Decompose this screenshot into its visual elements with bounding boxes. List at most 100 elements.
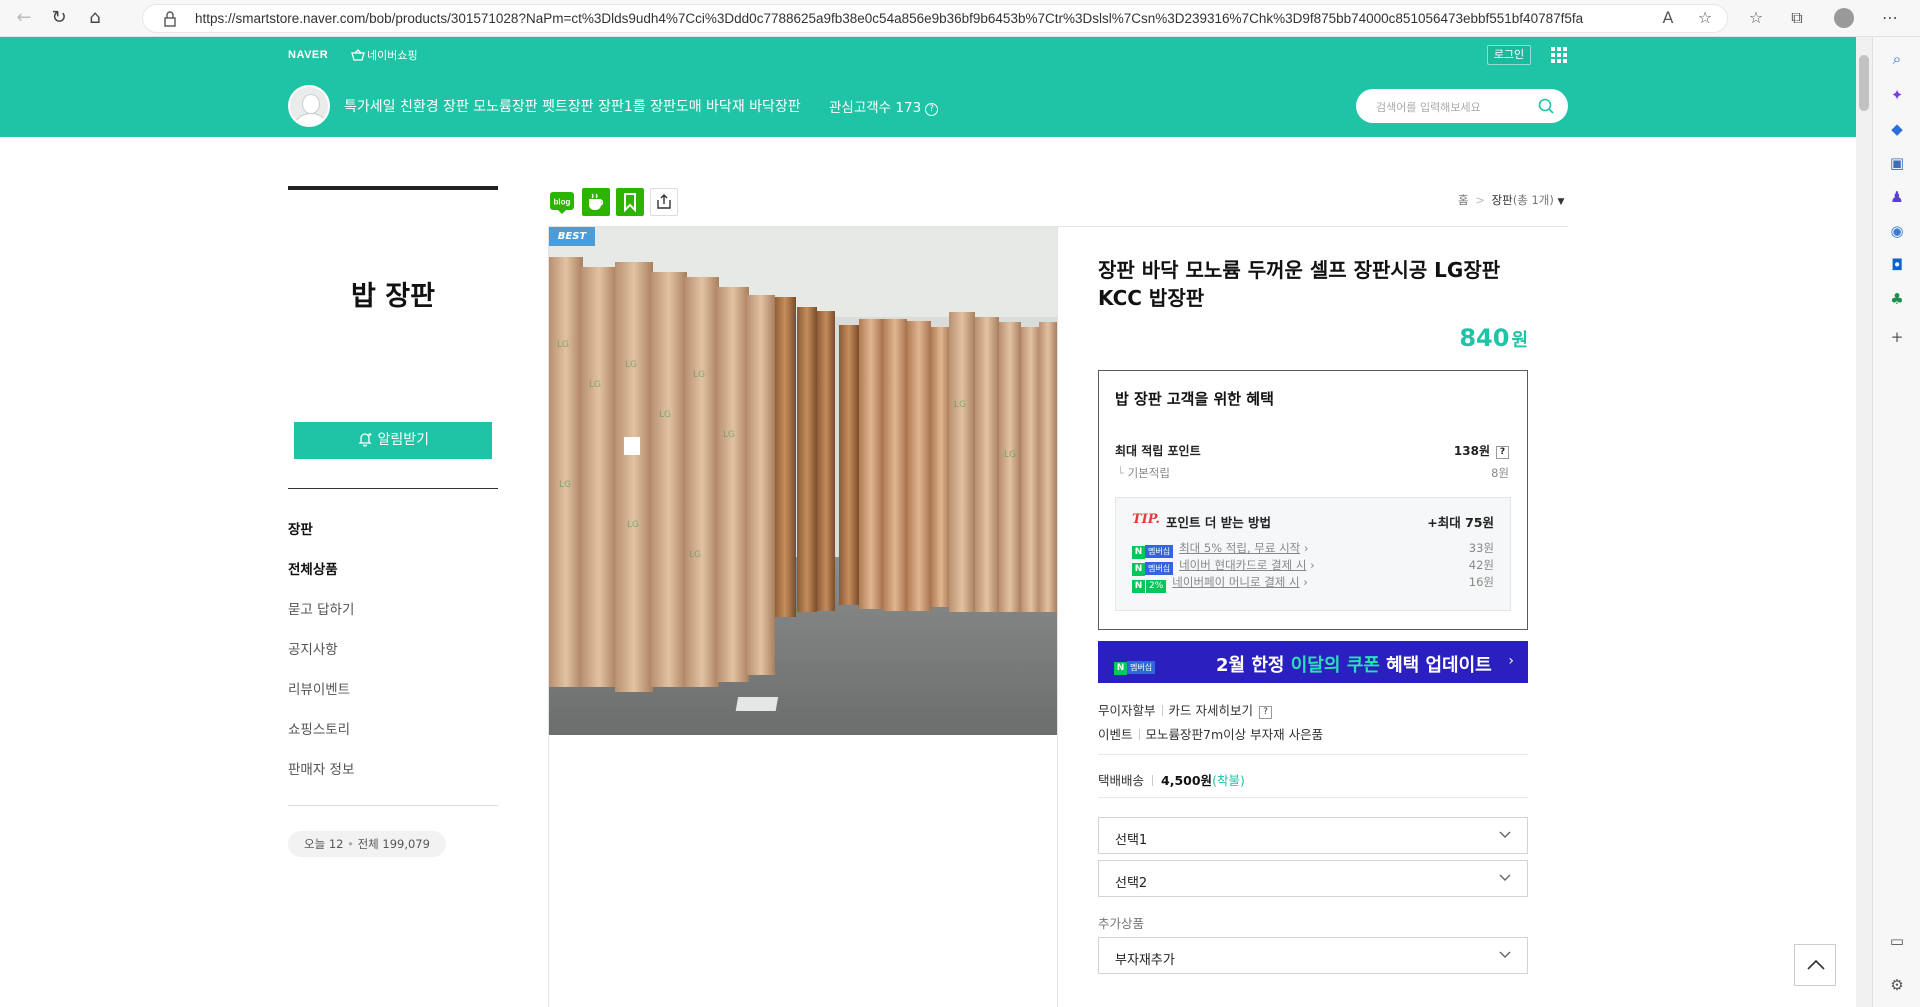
search-icon[interactable]: ⌕	[1885, 47, 1909, 71]
collections-icon[interactable]: ⧉	[1785, 6, 1809, 30]
svg-text:LG: LG	[559, 480, 571, 490]
more-icon[interactable]: ⋯	[1878, 6, 1902, 30]
shipping-type: (착불)	[1212, 773, 1245, 788]
menu-item-review-event[interactable]: 리뷰이벤트	[288, 678, 350, 698]
shipping-info: 택배배송 4,500원(착불)	[1098, 770, 1245, 789]
breadcrumb-home[interactable]: 홈	[1458, 193, 1469, 207]
tip-row-text: 네이버 현대카드로 결제 시	[1179, 558, 1307, 572]
apps-grid-icon[interactable]	[1551, 47, 1567, 63]
menu-item-qna[interactable]: 묻고 답하기	[288, 598, 354, 618]
notify-button[interactable]: 알림받기	[294, 422, 492, 459]
base-points-value: 8원	[1491, 466, 1509, 480]
tools-icon[interactable]: ▣	[1885, 151, 1909, 175]
menu-item-seller-info[interactable]: 판매자 정보	[288, 758, 354, 778]
base-points-label: └ 기본적립	[1117, 466, 1170, 480]
additional-product-select[interactable]: 부자재추가	[1098, 937, 1528, 974]
menu-item-category[interactable]: 장판	[288, 518, 313, 538]
store-search[interactable]: 검색어를 입력해보세요	[1356, 89, 1568, 123]
menu-item-shopping-story[interactable]: 쇼핑스토리	[288, 718, 350, 738]
home-icon[interactable]: ⌂	[83, 6, 107, 30]
tree-icon[interactable]: ♣	[1885, 287, 1909, 311]
shipping-label: 택배배송	[1098, 773, 1145, 788]
search-input[interactable]: 검색어를 입력해보세요	[1376, 99, 1481, 115]
svg-text:LG: LG	[693, 370, 705, 380]
login-button[interactable]: 로그인	[1487, 45, 1531, 65]
naver-shopping-link[interactable]: 네이버쇼핑	[351, 47, 418, 63]
tip-row[interactable]: N 멤버십 최대 5% 적립, 무료 시작 ›	[1132, 540, 1309, 559]
blog-share-icon[interactable]: blog	[548, 188, 576, 216]
store-name[interactable]: 특가세일 친환경 장판 모노륨장판 펫트장판 장판1롤 장판도매 바닥재 바닥장…	[344, 96, 801, 116]
svg-text:LG: LG	[625, 360, 637, 370]
option-select-1[interactable]: 선택1	[1098, 817, 1528, 854]
tip-row[interactable]: N 멤버십 네이버 현대카드로 결제 시 ›	[1132, 557, 1315, 576]
naver-plus-badge: N 멤버십	[1132, 543, 1174, 559]
store-avatar[interactable]	[288, 85, 330, 127]
menu-item-notice[interactable]: 공지사항	[288, 638, 338, 658]
product-price: 840 원	[1398, 324, 1528, 352]
naver-pay-badge: N 2%	[1132, 577, 1167, 593]
benefit-box: 밥 장판 고객을 위한 혜택 최대 적립 포인트 138원? └ 기본적립 8원…	[1098, 370, 1528, 630]
favorites-label: 관심고객수 173	[829, 100, 922, 116]
svg-text:LG: LG	[589, 380, 601, 390]
product-image[interactable]: LG LG LG LG LG LG LG LG LG LG LG	[549, 227, 1057, 735]
profile-icon[interactable]	[1832, 6, 1856, 30]
option-select-2[interactable]: 선택2	[1098, 860, 1528, 897]
read-aloud-icon[interactable]: A	[1656, 6, 1680, 30]
outlook-icon[interactable]: ◘	[1885, 253, 1909, 277]
installment-row: 무이자할부 카드 자세히보기?	[1098, 700, 1272, 719]
installment-label: 무이자할부	[1098, 703, 1156, 718]
scrollbar-thumb[interactable]	[1859, 55, 1869, 111]
refresh-icon[interactable]: ↻	[47, 6, 71, 30]
naver-shopping-label: 네이버쇼핑	[367, 49, 418, 62]
naver-plus-badge: N 멤버십	[1132, 560, 1174, 576]
settings-icon[interactable]: ⚙	[1885, 973, 1909, 997]
tip-row-points: 33원	[1468, 541, 1494, 555]
option-select-2-label: 선택2	[1115, 876, 1148, 891]
naver-logo[interactable]: NAVER	[288, 49, 328, 61]
sidebar-toggle-icon[interactable]: ▭	[1885, 929, 1909, 953]
help-icon[interactable]: ?	[925, 103, 939, 116]
breadcrumb-category[interactable]: 장판	[1492, 193, 1513, 207]
help-icon[interactable]: ?	[1259, 706, 1272, 719]
games-icon[interactable]: ♟	[1885, 185, 1909, 209]
help-icon[interactable]: ?	[1496, 446, 1509, 459]
address-bar[interactable]: https://smartstore.naver.com/bob/product…	[142, 4, 1728, 33]
cafe-share-icon[interactable]	[582, 188, 610, 216]
scroll-to-top-button[interactable]	[1794, 944, 1836, 986]
svg-text:LG: LG	[689, 550, 701, 560]
bookmark-share-icon[interactable]	[616, 188, 644, 216]
add-icon[interactable]: +	[1885, 325, 1909, 349]
chevron-down-icon	[1499, 831, 1511, 838]
tip-title: 포인트 더 받는 방법	[1166, 515, 1272, 530]
chevron-down-icon	[1499, 874, 1511, 881]
divider	[1098, 754, 1528, 755]
menu-item-all-products[interactable]: 전체상품	[288, 558, 338, 578]
chevron-down-icon	[1499, 951, 1511, 958]
tip-row-points: 42원	[1468, 558, 1494, 572]
svg-text:LG: LG	[627, 520, 639, 530]
tip-row[interactable]: N 2% 네이버페이 머니로 결제 시 ›	[1132, 574, 1308, 593]
search-icon[interactable]	[1538, 98, 1554, 114]
store-title: 밥 장판	[351, 281, 435, 312]
share-icon[interactable]	[650, 188, 678, 216]
breadcrumb: 홈 > 장판(총 1개) ▼	[1458, 193, 1565, 207]
favorites-count: 관심고객수 173?	[829, 96, 939, 116]
page-scrollbar[interactable]	[1856, 37, 1872, 1007]
tip-row-text: 최대 5% 적립, 무료 시작	[1179, 541, 1301, 555]
copilot-icon[interactable]: ✦	[1885, 83, 1909, 107]
favorites-icon[interactable]: ☆	[1744, 6, 1768, 30]
svg-text:LG: LG	[723, 430, 735, 440]
card-detail-link[interactable]: 카드 자세히보기	[1169, 703, 1253, 718]
office-icon[interactable]: ◉	[1885, 219, 1909, 243]
promo-text: 2월 한정 이달의 쿠폰 혜택 업데이트	[1216, 655, 1492, 676]
favorite-star-icon[interactable]: ☆	[1693, 6, 1717, 30]
url-text: https://smartstore.naver.com/bob/product…	[195, 11, 1584, 26]
back-icon[interactable]: ←	[12, 6, 36, 30]
price-value: 840	[1459, 324, 1510, 352]
shopping-tag-icon[interactable]: ◆	[1885, 117, 1909, 141]
chevron-down-icon[interactable]: ▼	[1557, 197, 1564, 207]
divider	[1098, 797, 1528, 798]
chevron-right-icon: ›	[1310, 558, 1315, 572]
membership-promo-banner[interactable]: N 멤버십 2월 한정 이달의 쿠폰 혜택 업데이트 ›	[1098, 641, 1528, 683]
visits-today: 오늘 12	[304, 837, 344, 851]
